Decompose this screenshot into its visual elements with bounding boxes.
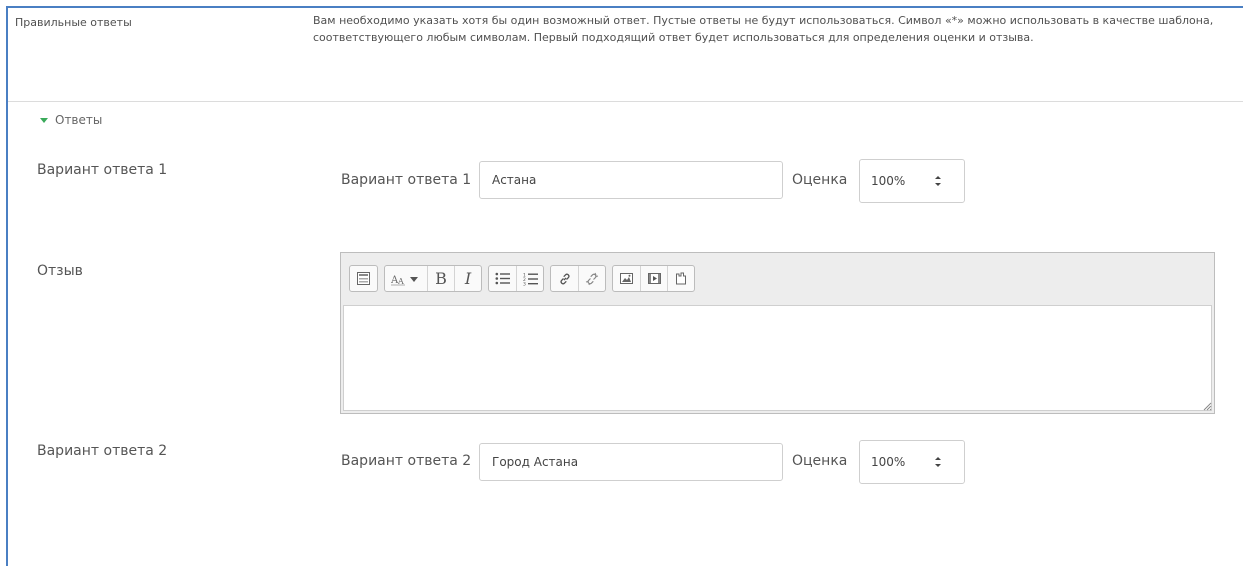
- image-icon[interactable]: [613, 266, 640, 291]
- toolbar-group-lists: 123: [488, 265, 544, 292]
- media-icon[interactable]: [640, 266, 667, 291]
- answer2-grade-value: 100%: [871, 455, 906, 469]
- answer1-grade-select[interactable]: 100%: [859, 159, 965, 203]
- answer1-inline-label: Вариант ответа 1: [341, 172, 472, 188]
- answers-section-toggle[interactable]: Ответы: [40, 113, 102, 127]
- answer2-inline-label: Вариант ответа 2: [341, 453, 472, 469]
- manage-files-icon[interactable]: [667, 266, 694, 291]
- feedback-editor: AA B I 123: [340, 252, 1215, 414]
- resize-grip-icon[interactable]: [1202, 401, 1212, 411]
- answer1-grade-label: Оценка: [792, 172, 848, 188]
- toolbar-toggle-icon[interactable]: [350, 266, 377, 291]
- feedback-textarea[interactable]: [343, 305, 1212, 411]
- select-arrows-icon: [935, 176, 941, 186]
- correct-answers-label: Правильные ответы: [15, 16, 132, 29]
- bullet-list-icon[interactable]: [489, 266, 516, 291]
- answer1-grade-value: 100%: [871, 174, 906, 188]
- italic-glyph: I: [464, 269, 472, 288]
- answer2-grade-select[interactable]: 100%: [859, 440, 965, 484]
- answer2-row-label: Вариант ответа 2: [37, 443, 168, 459]
- answer2-input[interactable]: Город Астана: [479, 443, 783, 481]
- triangle-down-icon: [40, 117, 48, 123]
- toolbar-group-links: [550, 265, 606, 292]
- bold-glyph: B: [435, 269, 447, 288]
- toolbar-group-toggle: [349, 265, 378, 292]
- toolbar-group-text: AA B I: [384, 265, 482, 292]
- divider: [8, 101, 1243, 102]
- bold-icon[interactable]: B: [427, 266, 454, 291]
- toolbar-group-media: [612, 265, 695, 292]
- answer1-input[interactable]: Астана: [479, 161, 783, 199]
- feedback-label: Отзыв: [37, 263, 83, 279]
- answer2-grade-label: Оценка: [792, 453, 848, 469]
- editor-toolbar: AA B I 123: [341, 253, 1214, 304]
- italic-icon[interactable]: I: [454, 266, 481, 291]
- unlink-icon[interactable]: [578, 266, 605, 291]
- select-arrows-icon: [935, 457, 941, 467]
- link-icon[interactable]: [551, 266, 578, 291]
- answers-section-label: Ответы: [55, 113, 103, 127]
- correct-answers-help: Вам необходимо указать хотя бы один возм…: [313, 14, 1214, 44]
- numbered-list-icon[interactable]: 123: [516, 266, 543, 291]
- answer1-row-label: Вариант ответа 1: [37, 162, 168, 178]
- svg-text:3: 3: [523, 281, 526, 286]
- font-style-icon[interactable]: AA: [385, 266, 427, 291]
